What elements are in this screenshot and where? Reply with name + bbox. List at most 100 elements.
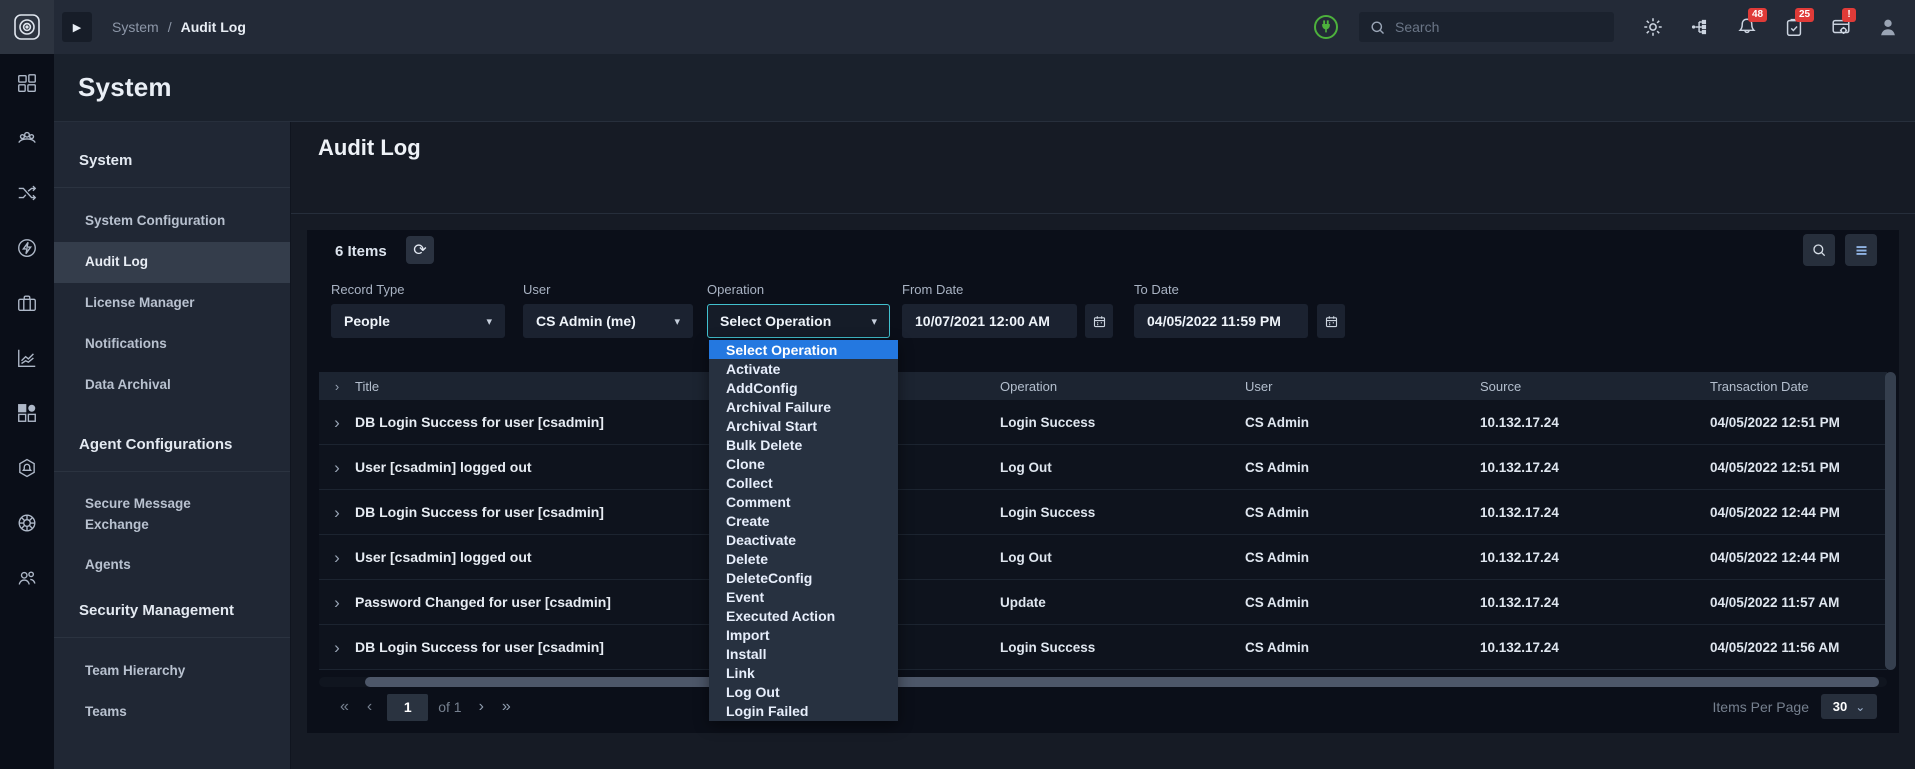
dropdown-option-comment[interactable]: Comment [709,492,898,511]
row-operation: Login Success [1000,414,1096,430]
record-type-label: Record Type [331,282,405,297]
to-date-input[interactable]: 04/05/2022 11:59 PM [1134,304,1308,338]
row-operation: Login Success [1000,504,1096,520]
dropdown-option-login-failed[interactable]: Login Failed [709,702,898,721]
dropdown-option-clone[interactable]: Clone [709,454,898,473]
dropdown-option-import[interactable]: Import [709,626,898,645]
column-settings-button[interactable] [1845,234,1877,266]
actions-icon[interactable] [16,237,38,259]
row-expand-icon[interactable]: › [319,639,355,656]
row-expand-icon[interactable]: › [319,504,355,521]
current-page[interactable]: 1 [387,693,429,721]
hierarchy-button[interactable] [1689,16,1711,38]
health-status-icon[interactable] [1313,14,1339,40]
table-row[interactable]: › DB Login Success for user [csadmin] Lo… [319,400,1887,445]
sidebar-item-teams[interactable]: Teams [54,692,290,733]
dropdown-option-executed-action[interactable]: Executed Action [709,607,898,626]
from-date-input[interactable]: 10/07/2021 12:00 AM [902,304,1077,338]
sidebar-item-audit-log[interactable]: Audit Log [54,242,290,283]
expand-all-icon[interactable]: › [319,380,355,393]
table-row[interactable]: › Password Changed for user [csadmin] Up… [319,580,1887,625]
dropdown-option-link[interactable]: Link [709,664,898,683]
table-row[interactable]: › DB Login Success for user [csadmin] Lo… [319,490,1887,535]
app-logo[interactable] [0,0,54,54]
dropdown-option-addconfig[interactable]: AddConfig [709,378,898,397]
audiences-icon[interactable] [16,127,38,149]
sidebar-item-system-configuration[interactable]: System Configuration [54,201,290,242]
row-operation: Update [1000,594,1046,610]
dropdown-option-install[interactable]: Install [709,645,898,664]
user-select[interactable]: CS Admin (me) ▾ [523,304,693,338]
sidebar-item-agents[interactable]: Agents [54,545,290,586]
from-date-calendar-button[interactable] [1085,304,1113,338]
connections-icon[interactable] [16,182,38,204]
first-page-button[interactable]: « [331,698,358,716]
dropdown-option-delete[interactable]: Delete [709,550,898,569]
alerts-icon[interactable] [16,457,38,479]
expand-nav-button[interactable]: ▶ [62,12,92,42]
previous-page-button[interactable]: ‹ [358,698,381,716]
dropdown-option-select-operation[interactable]: Select Operation [709,340,898,360]
search-input[interactable] [1395,19,1604,35]
settings-wheel-icon[interactable] [16,512,38,534]
row-transaction-date: 04/05/2022 11:57 AM [1710,594,1840,610]
items-count: 6 Items [335,243,387,260]
operation-dropdown-list: Select Operation Activate AddConfig Arch… [709,340,898,721]
dropdown-option-bulk-delete[interactable]: Bulk Delete [709,435,898,454]
row-operation: Log Out [1000,459,1052,475]
row-expand-icon[interactable]: › [319,414,355,431]
row-expand-icon[interactable]: › [319,594,355,611]
pagination: « ‹ 1 of 1 › » [331,692,520,722]
sidebar-item-label: Audit Log [85,254,148,270]
teams-icon[interactable] [16,567,38,589]
dropdown-option-event[interactable]: Event [709,588,898,607]
operation-select[interactable]: Select Operation ▾ [707,304,890,338]
sidebar-item-notifications[interactable]: Notifications [54,324,290,365]
dropdown-option-deactivate[interactable]: Deactivate [709,530,898,549]
row-expand-icon[interactable]: › [319,549,355,566]
nav-section-agent-configurations: Agent Configurations [79,436,233,453]
apps-icon[interactable] [16,402,38,424]
table-row[interactable]: › User [csadmin] logged out Log Out CS A… [319,535,1887,580]
row-source: 10.132.17.24 [1480,639,1559,655]
sidebar-item-team-hierarchy[interactable]: Team Hierarchy [54,651,290,692]
row-expand-icon[interactable]: › [319,459,355,476]
dropdown-option-activate[interactable]: Activate [709,359,898,378]
dropdown-option-archival-failure[interactable]: Archival Failure [709,397,898,416]
user-value: CS Admin (me) [536,313,636,329]
to-date-calendar-button[interactable] [1317,304,1345,338]
nav-section-system: System [79,152,133,169]
user-menu-button[interactable] [1877,16,1899,38]
dropdown-option-create[interactable]: Create [709,511,898,530]
settings-gear-button[interactable] [1642,16,1664,38]
sidebar-item-secure-message-exchange[interactable]: Secure Message Exchange [54,485,260,545]
system-status-button[interactable]: ! [1830,8,1856,38]
refresh-button[interactable]: ⟳ [406,236,434,264]
next-page-button[interactable]: › [470,698,493,716]
row-transaction-date: 04/05/2022 12:44 PM [1710,549,1840,565]
tasks-button[interactable]: 25 [1783,8,1815,38]
dashboard-icon[interactable] [16,72,38,94]
table-row[interactable]: › User [csadmin] logged out Log Out CS A… [319,445,1887,490]
vertical-scrollbar[interactable] [1885,372,1896,670]
sidebar-item-data-archival[interactable]: Data Archival [54,365,290,406]
dropdown-option-collect[interactable]: Collect [709,473,898,492]
col-transaction-date: Transaction Date [1710,378,1809,394]
row-source: 10.132.17.24 [1480,549,1559,565]
analytics-icon[interactable] [16,347,38,369]
table-row[interactable]: › DB Login Success for user [csadmin] Lo… [319,625,1887,670]
notifications-bell-button[interactable]: 48 [1736,8,1768,38]
dropdown-option-archival-start[interactable]: Archival Start [709,416,898,435]
sidebar-item-label: Secure Message Exchange [85,496,191,532]
items-per-page-select[interactable]: 30 ⌄ [1821,694,1877,719]
tasks-badge: 25 [1795,8,1815,22]
dropdown-option-deleteconfig[interactable]: DeleteConfig [709,569,898,588]
record-type-select[interactable]: People ▾ [331,304,505,338]
table-search-button[interactable] [1803,234,1835,266]
breadcrumb-parent[interactable]: System [112,19,159,35]
sidebar-item-license-manager[interactable]: License Manager [54,283,290,324]
dropdown-option-log-out[interactable]: Log Out [709,683,898,702]
organization-icon[interactable] [16,292,38,314]
last-page-button[interactable]: » [493,698,520,716]
horizontal-scrollbar-thumb[interactable] [365,677,1879,687]
